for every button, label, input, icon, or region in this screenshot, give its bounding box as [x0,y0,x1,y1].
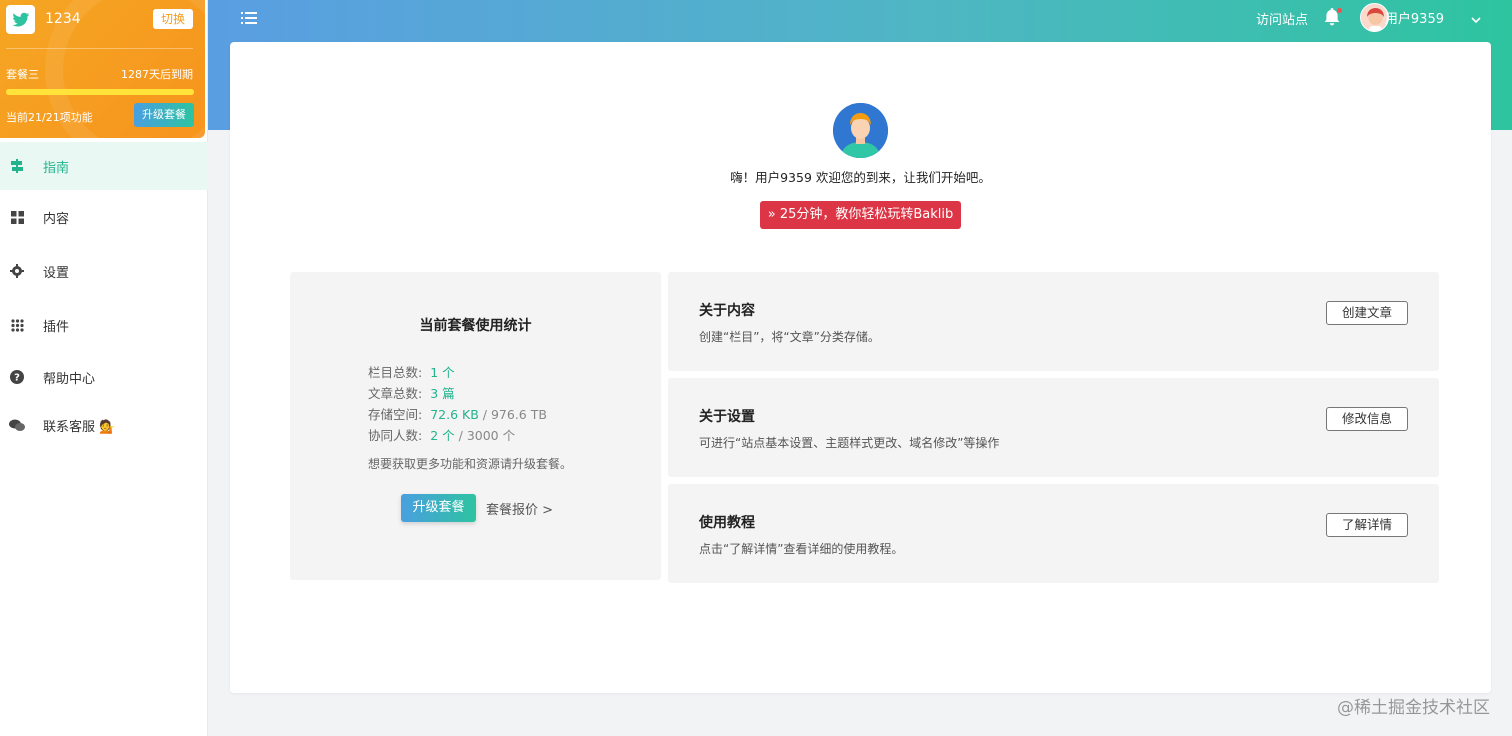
sidebar-item-guide[interactable]: 指南 [0,142,208,190]
sidebar-item-settings[interactable]: 设置 [0,244,208,298]
welcome-avatar [833,103,888,158]
panel-title: 关于内容 [699,303,755,319]
chevron-down-icon[interactable] [1470,11,1482,24]
sidebar-nav: 指南 内容 设置 插件 ? 帮助中心 联系客服 💁 [0,142,208,448]
edit-info-button[interactable]: 修改信息 [1326,407,1408,431]
dots-grid-icon [9,317,25,333]
sidebar-item-content[interactable]: 内容 [0,190,208,244]
panel-desc: 可进行“站点基本设置、主题样式更改、域名修改”等操作 [699,436,1000,450]
sidebar-item-plugins[interactable]: 插件 [0,298,208,352]
sidebar-item-support[interactable]: 联系客服 💁 [0,402,208,448]
sidebar-item-label: 内容 [43,211,70,227]
panel-about-content: 关于内容 创建“栏目”，将“文章”分类存储。 创建文章 [668,272,1439,371]
plan-expire: 1287天后到期 [121,68,193,81]
sidebar-item-label: 帮助中心 [43,371,96,387]
pricing-link[interactable]: 套餐报价 > [486,499,553,518]
upgrade-plan-button[interactable]: 升级套餐 [134,103,194,127]
tutorial-button[interactable]: » 25分钟，教你轻松玩转Baklib [760,201,961,229]
sidebar: 1234 切换 套餐三 1287天后到期 当前21/21项功能 升级套餐 指南 … [0,0,208,736]
sidebar-item-label: 指南 [43,160,70,176]
signpost-icon [9,158,25,174]
stats-title: 当前套餐使用统计 [419,318,532,334]
main-card: 嗨！用户9359 欢迎您的到来，让我们开始吧。 » 25分钟，教你轻松玩转Bak… [230,42,1491,693]
sidebar-item-help[interactable]: ? 帮助中心 [0,352,208,402]
plan-progress-bar [6,89,194,95]
plan-name: 套餐三 [6,68,39,81]
upgrade-plan-button[interactable]: 升级套餐 [401,494,476,522]
stat-row: 存储空间: 72.6 KB / 976.6 TB [368,407,547,422]
gear-icon [9,263,25,279]
panel-title: 关于设置 [699,409,755,425]
bell-icon[interactable] [1324,8,1342,26]
stat-row: 文章总数: 3 篇 [368,386,455,401]
plan-features: 当前21/21项功能 [6,111,93,124]
panel-about-settings: 关于设置 可进行“站点基本设置、主题样式更改、域名修改”等操作 修改信息 [668,378,1439,477]
svg-text:?: ? [14,373,20,384]
stats-tip: 想要获取更多功能和资源请升级套餐。 [368,457,573,471]
create-article-button[interactable]: 创建文章 [1326,301,1408,325]
site-name: 1234 [45,11,81,27]
stat-row: 栏目总数: 1 个 [368,365,455,380]
stat-row: 协同人数: 2 个 / 3000 个 [368,428,516,443]
welcome-message: 嗨！用户9359 欢迎您的到来，让我们开始吧。 [730,170,991,185]
panel-title: 使用教程 [699,515,755,531]
panel-desc: 创建“栏目”，将“文章”分类存储。 [699,330,880,344]
sidebar-item-label: 联系客服 💁 [43,419,116,435]
visit-site-link[interactable]: 访问站点 [1256,9,1308,28]
learn-more-button[interactable]: 了解详情 [1326,513,1408,537]
bird-logo-icon [6,5,35,34]
sidebar-item-label: 设置 [43,265,70,281]
question-circle-icon: ? [9,369,25,385]
sidebar-item-label: 插件 [43,319,70,335]
switch-site-button[interactable]: 切换 [153,9,193,29]
plan-card: 1234 切换 套餐三 1287天后到期 当前21/21项功能 升级套餐 [0,0,205,138]
panel-desc: 点击“了解详情”查看详细的使用教程。 [699,542,904,556]
watermark: @稀土掘金技术社区 [1337,698,1490,718]
plan-usage-stats: 当前套餐使用统计 栏目总数: 1 个 文章总数: 3 篇 存储空间: 72.6 KB … [290,272,661,580]
panel-tutorial: 使用教程 点击“了解详情”查看详细的使用教程。 了解详情 [668,484,1439,583]
grid-icon [9,209,25,225]
user-name[interactable]: 用户9359 [1385,8,1444,27]
notification-dot [1337,8,1342,13]
chat-bubbles-icon [9,417,25,433]
menu-list-icon[interactable] [241,10,259,26]
